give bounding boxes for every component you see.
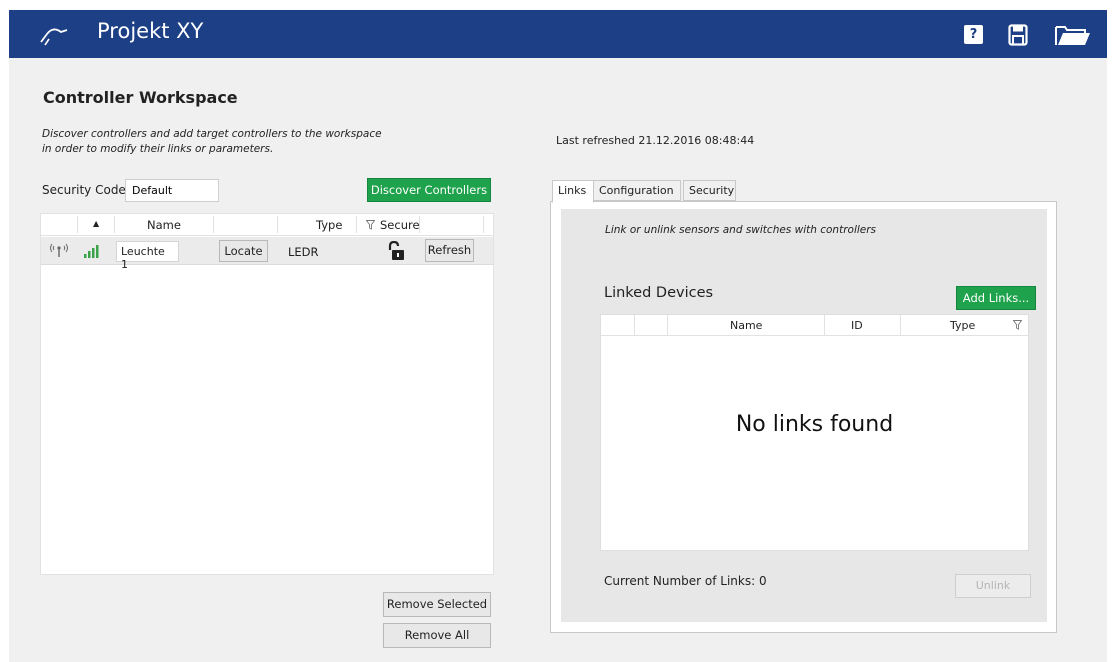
remove-selected-button[interactable]: Remove Selected — [383, 592, 491, 617]
controller-list-header: ▲ Name Type Secure — [41, 214, 493, 236]
type-column-header[interactable]: Type — [316, 218, 342, 232]
discover-controllers-button[interactable]: Discover Controllers — [367, 178, 491, 202]
tab-configuration[interactable]: Configuration — [593, 180, 681, 201]
column-separator — [634, 315, 635, 336]
filter-icon[interactable] — [1013, 320, 1022, 330]
save-icon[interactable] — [1008, 24, 1028, 46]
last-refreshed-text: Last refreshed 21.12.2016 08:48:44 — [556, 134, 755, 147]
unlocked-padlock-icon[interactable] — [387, 241, 405, 261]
locate-button[interactable]: Locate — [219, 240, 268, 262]
column-separator — [419, 216, 420, 233]
linked-devices-header: Name ID Type — [601, 315, 1028, 336]
main-content: Controller Workspace Discover controller… — [9, 58, 1107, 662]
controller-name-field[interactable]: Leuchte 1 — [116, 241, 179, 271]
column-separator — [824, 315, 825, 336]
app-title: Projekt XY — [97, 19, 204, 43]
links-description: Link or unlink sensors and switches with… — [605, 224, 877, 236]
sort-column-header[interactable]: ▲ — [93, 219, 99, 228]
workspace-description-line2: in order to modify their links or parame… — [42, 143, 274, 155]
links-panel-body: Link or unlink sensors and switches with… — [561, 209, 1047, 622]
security-code-label: Security Code — [42, 183, 126, 197]
links-tab-panel: Link or unlink sensors and switches with… — [550, 201, 1057, 633]
column-separator — [213, 216, 214, 233]
refresh-button[interactable]: Refresh — [425, 239, 474, 262]
empty-state-message: No links found — [735, 412, 894, 437]
unlink-button[interactable]: Unlink — [955, 574, 1031, 598]
wireless-icon — [50, 243, 68, 257]
tab-links[interactable]: Links — [552, 180, 594, 203]
id-column-header[interactable]: ID — [851, 319, 863, 332]
app-header: Projekt XY ? — [9, 10, 1107, 58]
column-separator — [114, 216, 115, 233]
name-column-header[interactable]: Name — [730, 319, 762, 332]
linked-devices-table: Name ID Type No links found — [600, 314, 1029, 551]
app-window: Projekt XY ? Controller Workspace Discov… — [0, 0, 1117, 662]
logo-icon — [40, 28, 68, 46]
folder-open-icon[interactable] — [1055, 24, 1091, 46]
column-separator — [356, 216, 357, 233]
remove-all-button[interactable]: Remove All — [383, 623, 491, 648]
filter-icon[interactable] — [366, 220, 375, 230]
signal-strength-icon — [84, 245, 99, 258]
column-separator — [900, 315, 901, 336]
links-count-text: Current Number of Links: 0 — [604, 574, 767, 588]
security-code-input[interactable] — [125, 179, 219, 202]
tab-security[interactable]: Security — [683, 180, 736, 201]
linked-devices-title: Linked Devices — [604, 285, 714, 301]
column-separator — [77, 216, 78, 233]
column-separator — [483, 216, 484, 233]
controller-type: LEDR — [288, 245, 319, 259]
workspace-title: Controller Workspace — [43, 88, 238, 107]
type-column-header[interactable]: Type — [950, 319, 975, 332]
help-icon[interactable]: ? — [964, 25, 983, 44]
secure-column-header[interactable]: Secure — [380, 218, 420, 232]
workspace-description: Discover controllers and add target cont… — [42, 127, 462, 157]
add-links-button[interactable]: Add Links... — [956, 286, 1036, 310]
column-separator — [667, 315, 668, 336]
column-separator — [277, 216, 278, 233]
controller-list: ▲ Name Type Secure Leuchte 1 Locate LEDR… — [40, 213, 494, 575]
name-column-header[interactable]: Name — [147, 218, 181, 232]
controller-row[interactable]: Leuchte 1 Locate LEDR Refresh — [41, 237, 493, 271]
workspace-description-line1: Discover controllers and add target cont… — [42, 128, 382, 140]
